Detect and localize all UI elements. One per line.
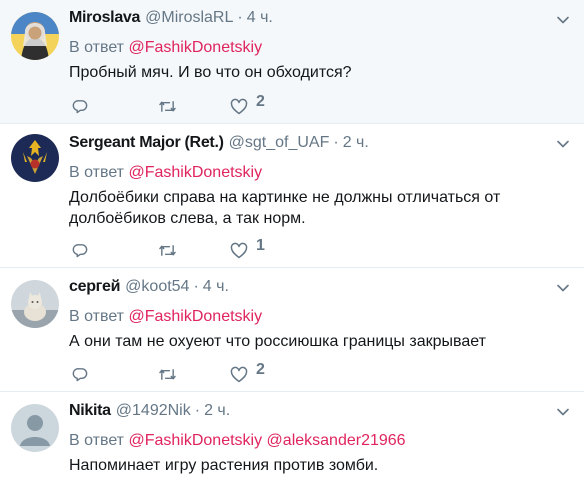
user-handle[interactable]: @koot54 <box>125 277 189 297</box>
display-name[interactable]: сергей <box>69 277 120 297</box>
military-emblem-icon <box>11 134 59 182</box>
retweet-icon <box>159 100 176 112</box>
like-button[interactable]: 1 <box>230 237 310 260</box>
heart-icon <box>230 366 248 382</box>
like-count: 2 <box>256 361 265 378</box>
reply-button[interactable] <box>72 240 158 260</box>
tweet-header: сергей @koot54 · 4 ч. <box>69 277 572 297</box>
tweet-text: Пробный мяч. И во что он обходится? <box>69 64 352 81</box>
mention-link[interactable]: @FashikDonetskiy <box>128 39 262 56</box>
reply-icon <box>72 367 88 381</box>
reply-feed: Miroslava @MiroslaRL · 4 ч. В ответ @Fas… <box>0 0 584 485</box>
reply-icon <box>72 99 88 113</box>
separator-dot: · <box>193 278 199 295</box>
tweet-header: Miroslava @MiroslaRL · 4 ч. <box>69 8 572 28</box>
reply-prefix: В ответ <box>69 308 125 325</box>
retweet-icon <box>159 244 176 256</box>
separator-dot: · <box>333 134 339 151</box>
tweet-actions: 2 <box>72 93 310 116</box>
avatar[interactable] <box>11 134 59 182</box>
like-count: 2 <box>256 93 265 110</box>
timestamp[interactable]: 4 ч. <box>203 277 229 297</box>
timestamp[interactable]: 4 ч. <box>247 8 273 28</box>
reply-icon <box>72 243 88 257</box>
tweet[interactable]: Nikita @1492Nik · 2 ч. В ответ @FashikDo… <box>0 392 584 485</box>
like-count: 1 <box>256 237 265 254</box>
display-name[interactable]: Nikita <box>69 401 111 421</box>
separator-dot: · <box>194 402 201 419</box>
display-name[interactable]: Sergeant Major (Ret.) <box>69 133 224 153</box>
reply-context: В ответ @FashikDonetskiy @aleksander2196… <box>69 431 572 451</box>
reply-context: В ответ @FashikDonetskiy <box>69 307 572 327</box>
user-handle[interactable]: @1492Nik <box>116 401 191 421</box>
user-handle[interactable]: @sgt_of_UAF <box>229 133 330 153</box>
avatar[interactable] <box>11 280 59 328</box>
avatar[interactable] <box>11 404 59 452</box>
tweet-actions: 1 <box>72 237 310 260</box>
woman-in-headscarf-icon <box>11 12 59 60</box>
tweet[interactable]: Miroslava @MiroslaRL · 4 ч. В ответ @Fas… <box>0 0 584 124</box>
user-handle[interactable]: @MiroslaRL <box>145 8 233 28</box>
heart-icon <box>230 242 248 258</box>
cat-photo-icon <box>11 280 59 328</box>
chevron-down-icon[interactable] <box>556 13 570 27</box>
avatar[interactable] <box>11 12 59 60</box>
tweet-header: Nikita @1492Nik · 2 ч. <box>69 401 572 421</box>
mention-link[interactable]: @FashikDonetskiy <box>128 164 262 181</box>
mention-link[interactable]: @FashikDonetskiy <box>128 432 262 449</box>
separator-dot: · <box>237 9 243 26</box>
tweet-actions: 2 <box>72 361 310 384</box>
reply-button[interactable] <box>72 96 158 116</box>
retweet-button[interactable] <box>158 96 230 116</box>
tweet-header: Sergeant Major (Ret.) @sgt_of_UAF · 2 ч. <box>69 133 572 153</box>
chevron-down-icon[interactable] <box>556 137 570 151</box>
reply-prefix: В ответ <box>69 39 125 56</box>
timestamp[interactable]: 2 ч. <box>343 133 369 153</box>
heart-icon <box>230 98 248 114</box>
like-button[interactable]: 2 <box>230 361 310 384</box>
retweet-button[interactable] <box>158 240 230 260</box>
tweet-text: А они там не охуеют что россиюшка границ… <box>69 333 486 350</box>
reply-prefix: В ответ <box>69 432 125 449</box>
display-name[interactable]: Miroslava <box>69 8 140 28</box>
like-button[interactable]: 2 <box>230 93 310 116</box>
reply-context: В ответ @FashikDonetskiy <box>69 38 572 58</box>
tweet-text: Напоминает игру растения против зомби. <box>69 457 379 474</box>
chevron-down-icon[interactable] <box>556 281 570 295</box>
chevron-down-icon[interactable] <box>556 405 570 419</box>
reply-prefix: В ответ <box>69 164 125 181</box>
tweet[interactable]: сергей @koot54 · 4 ч. В ответ @FashikDon… <box>0 268 584 392</box>
reply-context: В ответ @FashikDonetskiy <box>69 163 572 183</box>
retweet-button[interactable] <box>158 364 230 384</box>
mention-link[interactable]: @FashikDonetskiy <box>128 308 262 325</box>
reply-button[interactable] <box>72 364 158 384</box>
tweet[interactable]: Sergeant Major (Ret.) @sgt_of_UAF · 2 ч.… <box>0 124 584 268</box>
mention-link[interactable]: @aleksander21966 <box>267 432 406 449</box>
tweet-text: Долбоёбики справа на картинке не должны … <box>69 189 501 227</box>
timestamp[interactable]: 2 ч. <box>204 401 230 421</box>
retweet-icon <box>159 368 176 380</box>
default-profile-icon <box>11 404 59 452</box>
